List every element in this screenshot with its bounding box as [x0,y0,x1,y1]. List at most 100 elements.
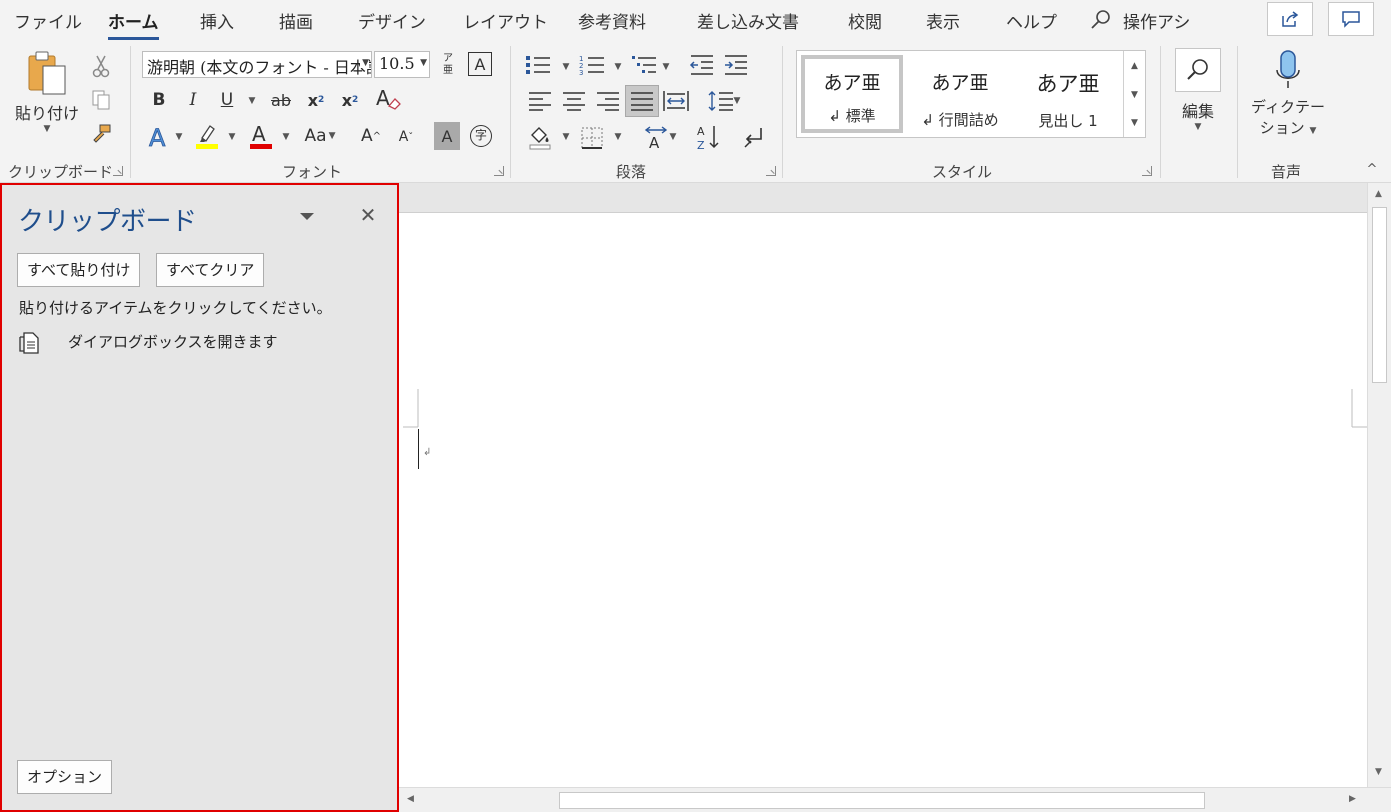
search-icon[interactable] [1090,9,1112,31]
strikethrough-button[interactable]: ab [266,86,296,114]
scroll-up-icon[interactable]: ▲ [1375,189,1382,199]
character-shading-button[interactable]: A [434,122,460,150]
tab-help[interactable]: ヘルプ [1006,8,1057,33]
underline-dropdown-icon[interactable]: ▼ [246,94,258,108]
sort-button[interactable]: A Z [694,122,724,152]
close-icon[interactable]: ✕ [358,205,378,225]
clipboard-item[interactable]: ダイアログボックスを開きます [19,331,389,355]
tab-draw[interactable]: 描画 [279,8,313,33]
comments-button[interactable] [1328,2,1374,36]
style-item-normal[interactable]: あア亜 ↲ 標準 [801,55,903,133]
editing-button[interactable]: 編集 ▼ [1174,48,1222,144]
page-corner-mark [1351,389,1367,428]
borders-dropdown-icon[interactable]: ▼ [612,130,624,144]
line-spacing-button[interactable]: ▼ [704,86,744,116]
tab-design[interactable]: デザイン [358,8,426,33]
dictate-button[interactable]: ディクテー ション ▼ [1250,48,1326,152]
share-icon [1282,11,1299,27]
scroll-down-icon[interactable]: ▼ [1375,767,1382,777]
copy-button[interactable] [88,86,114,114]
justify-button[interactable] [625,85,659,117]
pane-options-dropdown-icon[interactable] [300,213,314,220]
vertical-scroll-thumb[interactable] [1372,207,1387,383]
options-button[interactable]: オプション [17,760,113,794]
distributed-button[interactable] [662,88,690,114]
justify-icon [631,92,653,111]
share-button[interactable] [1267,2,1313,36]
align-center-button[interactable] [560,88,588,114]
bullets-button[interactable] [524,52,552,78]
styles-launcher-icon[interactable] [1142,166,1152,176]
font-color-button[interactable]: A [246,120,276,152]
text-effects-button[interactable]: A [146,122,172,152]
tab-insert[interactable]: 挿入 [200,8,234,33]
tab-review[interactable]: 校閲 [848,8,882,33]
align-left-button[interactable] [526,88,554,114]
tab-layout[interactable]: レイアウト [463,8,548,33]
decrease-indent-button[interactable] [688,52,716,78]
font-size-select[interactable]: 10.5 ▼ [374,51,430,78]
dictate-label-line2-text: ション [1259,119,1305,137]
font-launcher-icon[interactable] [494,166,504,176]
clipboard-launcher-icon[interactable] [113,166,123,176]
bold-button[interactable]: B [146,86,172,114]
enclose-characters-button[interactable]: 字 [468,122,494,150]
font-color-dropdown-icon[interactable]: ▼ [280,130,292,144]
text-effects-dropdown-icon[interactable]: ▼ [173,130,185,144]
collapse-ribbon-button[interactable]: ^ [1362,160,1382,178]
character-border-button[interactable]: A [468,52,492,76]
vertical-scrollbar[interactable]: ▲ ▼ [1367,183,1391,787]
shading-button[interactable] [526,122,554,152]
grow-font-button[interactable]: A ^ [356,122,386,150]
superscript-button[interactable]: x2 [336,86,364,114]
clear-all-button[interactable]: すべてクリア [156,253,265,287]
align-right-button[interactable] [594,88,622,114]
phonetic-guide-button[interactable]: ア 亜 [436,50,460,80]
shading-dropdown-icon[interactable]: ▼ [560,130,572,144]
gallery-more[interactable]: ▼ [1123,109,1145,137]
numbering-button[interactable]: 123 [578,52,606,78]
multilevel-dropdown-icon[interactable]: ▼ [660,60,672,74]
scroll-left-icon[interactable]: ◀ [407,794,414,804]
tab-mailings[interactable]: 差し込み文書 [697,8,799,33]
text-effects-icon: A [149,124,167,150]
highlight-dropdown-icon[interactable]: ▼ [226,130,238,144]
cut-button[interactable] [88,52,114,80]
change-case-button[interactable]: Aa ▼ [298,122,342,150]
bullets-dropdown-icon[interactable]: ▼ [560,60,572,74]
gallery-scroll-down[interactable]: ▼ [1123,80,1145,109]
borders-button[interactable] [578,124,606,152]
underline-button[interactable]: U [214,86,240,114]
paste-dropdown-icon: ▼ [43,124,51,134]
scroll-right-icon[interactable]: ▶ [1349,794,1356,804]
gallery-scroll-up[interactable]: ▲ [1123,51,1145,80]
tab-home[interactable]: ホーム [108,8,159,40]
bullet-list-icon [526,56,550,74]
font-name-select[interactable]: 游明朝 (本文のフォント - 日本語) ▼ [142,51,372,78]
numbering-dropdown-icon[interactable]: ▼ [612,60,624,74]
paste-button[interactable]: 貼り付け ▼ [14,50,80,146]
format-painter-button[interactable] [88,120,114,148]
highlight-button[interactable] [192,120,222,152]
tab-file[interactable]: ファイル [14,8,82,33]
style-item-no-spacing[interactable]: あア亜 ↲ 行間詰め [909,55,1011,133]
multilevel-list-button[interactable] [630,52,658,78]
text-direction-button[interactable]: A ▼ [638,122,680,152]
tab-view[interactable]: 表示 [926,8,960,33]
subscript-button[interactable]: x2 [302,86,330,114]
paste-all-button[interactable]: すべて貼り付け [17,253,141,287]
tab-references[interactable]: 参考資料 [578,8,646,33]
increase-indent-button[interactable] [722,52,750,78]
grow-font-letter: A [360,126,373,146]
italic-button[interactable]: I [180,86,206,114]
clear-formatting-button[interactable]: A [372,84,404,114]
show-formatting-marks-button[interactable] [738,122,768,152]
horizontal-scrollbar[interactable]: ◀ ▶ [399,787,1391,812]
paragraph-launcher-icon[interactable] [766,166,776,176]
tell-me-input[interactable]: 操作アシ [1123,8,1199,33]
horizontal-scroll-thumb[interactable] [559,792,1205,809]
document-canvas[interactable] [399,183,1367,787]
style-name: ↲ 標準 [828,107,876,125]
shrink-font-button[interactable]: Aˇ [392,124,420,150]
style-item-heading-1[interactable]: あア亜 見出し 1 [1017,55,1119,133]
